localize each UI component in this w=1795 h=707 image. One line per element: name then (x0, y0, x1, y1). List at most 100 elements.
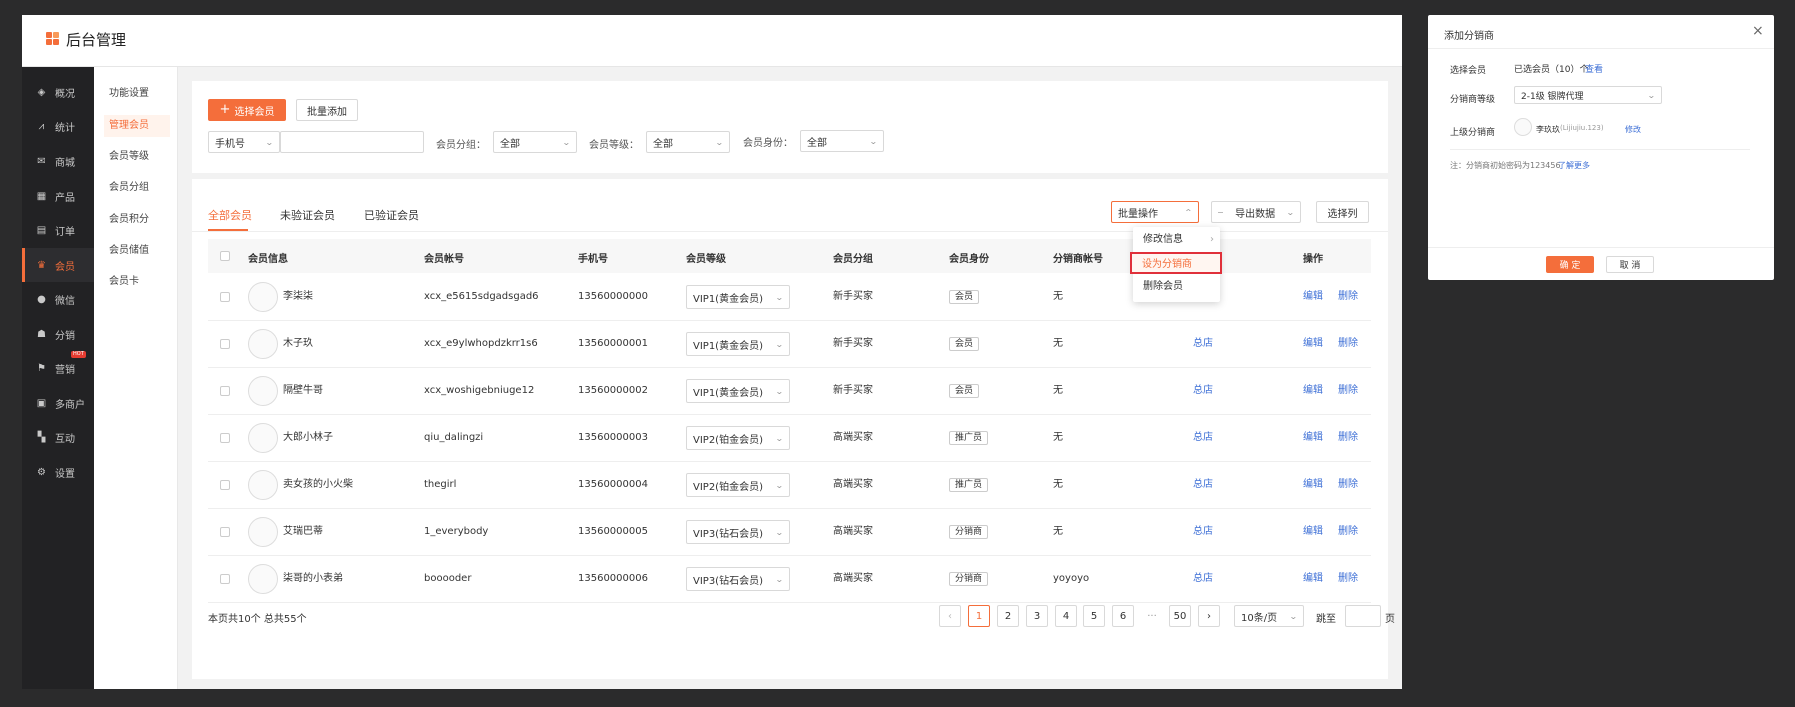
row-checkbox[interactable] (220, 339, 230, 349)
member-level-select[interactable]: VIP2(铂金会员) ⌄ (686, 473, 790, 497)
grid-icon: ▦ (36, 190, 47, 202)
member-group: 高端买家 (833, 573, 873, 584)
sidebar-item-multistore[interactable]: ▣ 多商户 (22, 386, 94, 420)
menu-item-set-distributor[interactable]: 设为分销商 (1130, 252, 1222, 274)
select-columns-button[interactable]: 选择列 (1316, 201, 1369, 223)
subnav-item-manage-members[interactable]: 管理会员 (104, 115, 170, 137)
edit-link[interactable]: 编辑 (1303, 509, 1323, 555)
group-filter-select[interactable]: 全部 ⌄ (493, 131, 577, 153)
page-button-50[interactable]: 50 (1169, 605, 1191, 627)
delete-link[interactable]: 删除 (1338, 556, 1358, 602)
row-checkbox[interactable] (220, 386, 230, 396)
member-subnav: 功能设置 管理会员 会员等级 会员分组 会员积分 会员储值 会员卡 (94, 67, 178, 689)
edit-link[interactable]: 编辑 (1303, 321, 1323, 367)
sidebar-item-mall[interactable]: ✉ 商城 (22, 144, 94, 178)
row-checkbox[interactable] (220, 527, 230, 537)
store-link[interactable]: 总店 (1193, 321, 1213, 367)
identity-filter-select[interactable]: 全部 ⌄ (800, 130, 884, 152)
delete-link[interactable]: 删除 (1338, 368, 1358, 414)
goto-page-input[interactable] (1345, 605, 1381, 627)
delete-link[interactable]: 删除 (1338, 274, 1358, 320)
subnav-item-member-groups[interactable]: 会员分组 (104, 177, 170, 199)
sidebar-item-settings[interactable]: ⚙ 设置 (22, 455, 94, 489)
sidebar-item-marketing[interactable]: ⚑ 营销 HOT (22, 351, 94, 385)
modify-parent-link[interactable]: 修改 (1625, 124, 1641, 135)
page-button-3[interactable]: 3 (1026, 605, 1048, 627)
distributor-level-select[interactable]: 2-1级 银牌代理 ⌄ (1514, 86, 1662, 104)
member-level-select[interactable]: VIP1(黄金会员) ⌄ (686, 285, 790, 309)
tab-verified-members[interactable]: 已验证会员 (364, 207, 419, 223)
sidebar-item-members[interactable]: ♛ 会员 (22, 248, 94, 282)
subnav-item-function-settings[interactable]: 功能设置 (104, 83, 170, 105)
search-type-select[interactable]: 手机号 ⌄ (208, 131, 280, 153)
page-button-6[interactable]: 6 (1112, 605, 1134, 627)
menu-item-edit-info[interactable]: 修改信息 › (1133, 229, 1220, 251)
prev-page-button[interactable]: ‹ (939, 605, 961, 627)
learn-more-link[interactable]: 了解更多 (1558, 160, 1590, 171)
sidebar: ◈ 概况 ⩘ 统计 ✉ 商城 ▦ 产品 ▤ 订单 ♛ 会员 ● 微信 ☗ 分销 (22, 67, 94, 689)
close-icon[interactable]: × (1752, 23, 1764, 39)
sidebar-item-stats[interactable]: ⩘ 统计 (22, 109, 94, 143)
row-checkbox[interactable] (220, 433, 230, 443)
top-bar: 后台管理 (22, 15, 1402, 67)
store-link[interactable]: 总店 (1193, 462, 1213, 508)
sidebar-item-products[interactable]: ▦ 产品 (22, 179, 94, 213)
member-level-select[interactable]: VIP3(钻石会员) ⌄ (686, 567, 790, 591)
sidebar-item-overview[interactable]: ◈ 概况 (22, 75, 94, 109)
subnav-item-member-balance[interactable]: 会员储值 (104, 240, 170, 262)
view-selected-link[interactable]: 查看 (1585, 62, 1603, 75)
app-logo[interactable]: 后台管理 (46, 29, 126, 50)
page-button-2[interactable]: 2 (997, 605, 1019, 627)
batch-add-button[interactable]: 批量添加 (296, 99, 358, 121)
store-link[interactable]: 总店 (1193, 509, 1213, 555)
edit-link[interactable]: 编辑 (1303, 368, 1323, 414)
member-level-select[interactable]: VIP1(黄金会员) ⌄ (686, 379, 790, 403)
page-size-select[interactable]: 10条/页 ⌄ (1234, 605, 1304, 627)
cancel-button[interactable]: 取 消 (1606, 256, 1654, 273)
row-checkbox[interactable] (220, 574, 230, 584)
edit-link[interactable]: 编辑 (1303, 462, 1323, 508)
confirm-button[interactable]: 确 定 (1546, 256, 1594, 273)
sidebar-item-label: 概况 (55, 88, 75, 100)
page-button-4[interactable]: 4 (1055, 605, 1077, 627)
tab-unverified-members[interactable]: 未验证会员 (280, 207, 335, 223)
tab-all-members[interactable]: 全部会员 (208, 207, 252, 223)
next-page-button[interactable]: › (1198, 605, 1220, 627)
select-members-button[interactable]: + 选择会员 (208, 99, 286, 121)
member-level-select[interactable]: VIP3(钻石会员) ⌄ (686, 520, 790, 544)
sidebar-item-interaction[interactable]: ▚ 互动 (22, 420, 94, 454)
row-checkbox[interactable] (220, 292, 230, 302)
subnav-item-member-levels[interactable]: 会员等级 (104, 146, 170, 168)
delete-link[interactable]: 删除 (1338, 321, 1358, 367)
member-name: 李柒柒 (283, 291, 313, 302)
sidebar-item-distribution[interactable]: ☗ 分销 (22, 317, 94, 351)
delete-link[interactable]: 删除 (1338, 509, 1358, 555)
edit-link[interactable]: 编辑 (1303, 556, 1323, 602)
delete-link[interactable]: 删除 (1338, 415, 1358, 461)
sidebar-item-orders[interactable]: ▤ 订单 (22, 213, 94, 247)
table-row: 柒哥的小表弟 booooder 13560000006 VIP3(钻石会员) ⌄ … (208, 556, 1371, 603)
member-account: qiu_dalingzi (424, 432, 484, 443)
member-level-select[interactable]: VIP1(黄金会员) ⌄ (686, 332, 790, 356)
search-input[interactable] (280, 131, 424, 153)
store-link[interactable]: 总店 (1193, 415, 1213, 461)
member-level-select[interactable]: VIP2(铂金会员) ⌄ (686, 426, 790, 450)
page-button-5[interactable]: 5 (1083, 605, 1105, 627)
batch-operation-select[interactable]: 批量操作 ⌃ (1111, 201, 1199, 223)
delete-link[interactable]: 删除 (1338, 462, 1358, 508)
store-link[interactable]: 总店 (1193, 368, 1213, 414)
menu-item-delete-member[interactable]: 删除会员 (1133, 276, 1220, 298)
member-name: 大郎小林子 (283, 432, 333, 443)
edit-link[interactable]: 编辑 (1303, 274, 1323, 320)
col-phone: 手机号 (578, 254, 608, 265)
row-checkbox[interactable] (220, 480, 230, 490)
edit-link[interactable]: 编辑 (1303, 415, 1323, 461)
export-data-select[interactable]: ⎯ 导出数据 ⌄ (1211, 201, 1301, 223)
level-filter-select[interactable]: 全部 ⌄ (646, 131, 730, 153)
store-link[interactable]: 总店 (1193, 556, 1213, 602)
sidebar-item-wechat[interactable]: ● 微信 (22, 282, 94, 316)
subnav-item-member-card[interactable]: 会员卡 (104, 271, 170, 293)
subnav-item-member-points[interactable]: 会员积分 (104, 209, 170, 231)
select-all-checkbox[interactable] (220, 251, 230, 261)
page-button-1[interactable]: 1 (968, 605, 990, 627)
